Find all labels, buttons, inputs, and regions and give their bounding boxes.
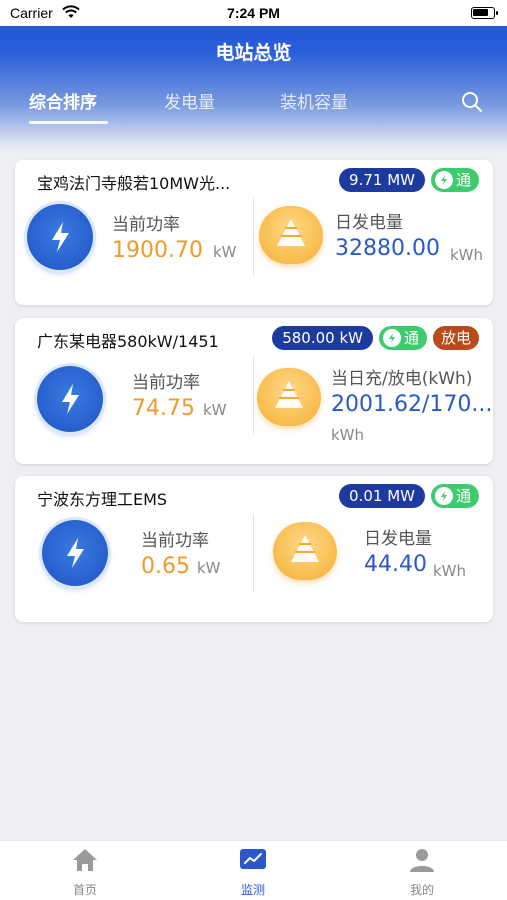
online-status-badge: 通	[430, 484, 479, 508]
station-name: 广东某电器580kW/1451	[37, 332, 219, 351]
power-value: 1900.70	[112, 238, 203, 263]
energy-value: 32880.00	[335, 236, 440, 261]
capacity-badge: 0.01 MW	[339, 484, 425, 508]
online-status-badge: 通	[378, 326, 427, 350]
energy-value: 2001.62/170...	[331, 392, 493, 417]
bolt-icon	[382, 329, 401, 347]
station-card[interactable]: 广东某电器580kW/1451 580.00 kW 通 放电 当前功率 74.7…	[15, 318, 493, 464]
tabbar-profile-label: 我的	[409, 883, 434, 897]
clock: 7:24 PM	[227, 5, 280, 21]
tab-generation[interactable]: 发电量	[164, 88, 215, 113]
power-unit: kW	[203, 401, 227, 419]
divider	[253, 356, 254, 434]
page-title: 电站总览	[215, 42, 292, 64]
energy-label: 日发电量	[335, 213, 403, 233]
tabbar-home[interactable]: 首页	[35, 847, 135, 898]
station-badges: 0.01 MW 通	[339, 484, 479, 508]
power-unit: kW	[197, 559, 221, 577]
station-name: 宁波东方理工EMS	[37, 490, 168, 509]
tabbar-monitor-label: 监测	[240, 883, 265, 897]
search-icon[interactable]	[460, 90, 484, 114]
station-badges: 9.71 MW 通	[339, 168, 479, 192]
monitor-icon	[240, 849, 266, 869]
power-icon	[27, 204, 93, 270]
battery-icon	[471, 7, 498, 19]
user-icon	[410, 849, 434, 872]
capacity-badge: 9.71 MW	[339, 168, 425, 192]
energy-value: 44.40	[364, 552, 427, 577]
tabbar-profile[interactable]: 我的	[372, 847, 472, 898]
power-value: 74.75	[132, 396, 195, 421]
power-label: 当前功率	[112, 215, 180, 235]
energy-icon	[257, 368, 321, 426]
active-tab-indicator	[29, 121, 108, 124]
bottom-tab-bar: 首页 监测 我的	[0, 840, 507, 900]
tabbar-home-label: 首页	[72, 883, 97, 897]
station-card[interactable]: 宝鸡法门寺般若10MW光... 9.71 MW 通 当前功率 1900.70 k…	[15, 160, 493, 305]
energy-unit: kWh	[433, 562, 467, 580]
energy-icon	[259, 206, 323, 264]
power-icon	[37, 366, 103, 432]
bolt-icon	[434, 487, 453, 505]
energy-label: 当日充/放电(kWh)	[331, 369, 473, 389]
power-unit: kW	[213, 243, 237, 261]
energy-label: 日发电量	[364, 529, 432, 549]
energy-unit: kWh	[450, 246, 484, 264]
status-bar: Carrier 7:24 PM	[0, 0, 507, 26]
tabbar-monitor[interactable]: 监测	[203, 847, 303, 898]
power-value: 0.65	[141, 554, 190, 579]
power-label: 当前功率	[141, 531, 209, 551]
tab-capacity[interactable]: 装机容量	[280, 88, 348, 113]
home-icon	[73, 849, 97, 871]
power-label: 当前功率	[132, 373, 200, 393]
sort-tabs: 综合排序 发电量 装机容量	[0, 88, 507, 128]
energy-icon	[273, 522, 337, 580]
bolt-icon	[434, 171, 453, 189]
station-name: 宝鸡法门寺般若10MW光...	[37, 174, 231, 193]
station-badges: 580.00 kW 通 放电	[272, 326, 479, 350]
online-status-badge: 通	[430, 168, 479, 192]
online-status-label: 通	[455, 171, 471, 189]
online-status-label: 通	[455, 487, 471, 505]
divider	[253, 514, 254, 592]
power-icon	[42, 520, 108, 586]
online-status-label: 通	[403, 329, 419, 347]
tab-overall[interactable]: 综合排序	[29, 88, 97, 113]
divider	[253, 198, 254, 276]
station-card[interactable]: 宁波东方理工EMS 0.01 MW 通 当前功率 0.65 kW 日发电量 44…	[15, 476, 493, 622]
energy-unit: kWh	[331, 426, 365, 444]
capacity-badge: 580.00 kW	[272, 326, 373, 350]
discharge-badge: 放电	[432, 326, 479, 350]
